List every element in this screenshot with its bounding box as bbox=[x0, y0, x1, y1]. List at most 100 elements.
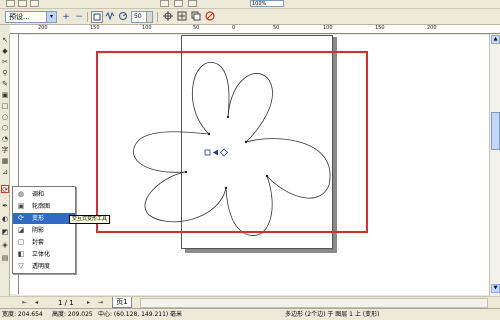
dimension-tool-icon[interactable]: ⊿ bbox=[1, 168, 9, 176]
smart-fill-tool-icon[interactable]: ▣ bbox=[1, 91, 9, 99]
highlight-frame bbox=[96, 51, 368, 233]
status-unit: 毫米 bbox=[170, 311, 183, 318]
amplitude-stepper[interactable]: 50 bbox=[131, 11, 153, 23]
preset-dropdown[interactable]: 预设... ▾ bbox=[5, 11, 57, 23]
clear-distortion-button[interactable] bbox=[204, 11, 216, 23]
toolbar-button[interactable] bbox=[160, 0, 169, 7]
flyout-item-label: 封套 bbox=[32, 239, 45, 246]
center-distortion-button[interactable] bbox=[162, 11, 174, 23]
zoom-tool-icon[interactable]: ⚲ bbox=[1, 69, 9, 77]
flyout-item-label: 透明度 bbox=[32, 263, 51, 270]
ruler-tick-label: 150 bbox=[375, 25, 385, 31]
interactive-blend-tool-icon[interactable]: ⟳ bbox=[1, 185, 9, 194]
horizontal-ruler[interactable]: 200 150 100 50 0 50 100 150 200 bbox=[10, 25, 500, 34]
ruler-tick-label: 0 bbox=[232, 25, 236, 31]
last-page-icon[interactable]: ⇥ bbox=[96, 299, 105, 307]
ruler-tick-label: 50 bbox=[193, 25, 200, 31]
toolbar-button[interactable] bbox=[188, 0, 197, 7]
push-pull-distortion-button[interactable] bbox=[91, 11, 103, 23]
twister-distortion-button[interactable] bbox=[117, 11, 129, 23]
ruler-tick-label: 200 bbox=[427, 25, 437, 31]
flyout-item-label: 阴影 bbox=[32, 227, 45, 234]
ruler-tick-label: 100 bbox=[323, 25, 333, 31]
ellipse-tool-icon[interactable]: ○ bbox=[1, 113, 9, 121]
toolbar-button[interactable] bbox=[6, 0, 15, 7]
copy-distortion-button[interactable] bbox=[190, 11, 202, 23]
flyout-item-label: 立体化 bbox=[32, 251, 51, 258]
zoom-level-field[interactable]: 100% bbox=[250, 0, 284, 7]
extrude-icon: ◧ bbox=[17, 250, 25, 258]
twister-icon bbox=[119, 12, 127, 20]
horizontal-scrollbar[interactable] bbox=[140, 298, 488, 308]
page-navigator: ⇤ ◂ 1 / 1 ▸ ⇥ 页1 bbox=[0, 296, 500, 308]
zipper-distortion-button[interactable] bbox=[104, 11, 116, 23]
add-distortion-icon bbox=[177, 11, 187, 21]
shape-tool-icon[interactable]: ◆ bbox=[1, 47, 9, 55]
preset-value: 预设... bbox=[9, 13, 30, 21]
mesh-fill-tool-icon[interactable]: ▤ bbox=[1, 254, 9, 262]
status-object-info: 多边形 (2个边) 于 图层 1 上 (变形) bbox=[285, 311, 380, 318]
shadow-icon: ◪ bbox=[17, 226, 25, 234]
amplitude-value: 50 bbox=[134, 13, 142, 20]
pointer-tool-icon[interactable]: ↖ bbox=[1, 36, 9, 44]
page-counter: 1 / 1 bbox=[58, 299, 74, 307]
flyout-item-shadow[interactable]: ◪ 阴影 bbox=[13, 225, 75, 236]
remove-preset-button[interactable]: − bbox=[73, 11, 85, 23]
eyedropper-tool-icon[interactable]: ✒ bbox=[1, 202, 9, 210]
blend-icon: ◍ bbox=[17, 190, 25, 198]
flyout-item-envelope[interactable]: ▢ 封套 bbox=[13, 237, 75, 248]
rectangle-tool-icon[interactable]: □ bbox=[1, 102, 9, 110]
distort-icon: ⟳ bbox=[18, 214, 24, 222]
table-tool-icon[interactable]: ▦ bbox=[1, 157, 9, 165]
ruler-tick-label: 200 bbox=[38, 25, 48, 31]
page-tab[interactable]: 页1 bbox=[112, 297, 132, 308]
ruler-tick-label: 50 bbox=[273, 25, 280, 31]
spin-buttons[interactable] bbox=[146, 12, 152, 22]
contour-icon: ▣ bbox=[17, 202, 25, 210]
scroll-down-button[interactable]: ▼ bbox=[491, 284, 500, 293]
ruler-corner[interactable] bbox=[0, 25, 10, 34]
ruler-tick-label: 150 bbox=[90, 25, 100, 31]
separator bbox=[87, 12, 88, 22]
envelope-icon: ▢ bbox=[17, 238, 25, 246]
flyout-item-label: 调和 bbox=[32, 191, 45, 198]
interactive-fill-tool-icon[interactable]: ◈ bbox=[1, 241, 9, 249]
crop-tool-icon[interactable]: ✂ bbox=[1, 58, 9, 66]
status-height: 高度: 209.025 bbox=[52, 311, 93, 318]
drawing-canvas[interactable]: Bai 经验 bbox=[19, 35, 489, 295]
scroll-up-button[interactable]: ▲ bbox=[491, 35, 500, 44]
vertical-scrollbar[interactable]: ▲ ▼ bbox=[489, 34, 500, 296]
flyout-item-blend[interactable]: ◍ 调和 bbox=[13, 189, 75, 200]
first-page-icon[interactable]: ⇤ bbox=[20, 299, 29, 307]
freehand-tool-icon[interactable]: ✎ bbox=[1, 80, 9, 88]
fill-tool-icon[interactable]: ◩ bbox=[1, 228, 9, 236]
clear-icon bbox=[205, 11, 215, 21]
ruler-tick-label: 100 bbox=[142, 25, 152, 31]
transparency-icon: ▽ bbox=[18, 262, 24, 270]
flyout-item-contour[interactable]: ▣ 轮廓图 bbox=[13, 201, 75, 212]
toolbar-button[interactable] bbox=[18, 0, 27, 7]
add-preset-button[interactable]: + bbox=[60, 11, 72, 23]
status-center: 中心: (60.128, 149.211) bbox=[98, 311, 169, 318]
text-tool-icon[interactable]: 字 bbox=[1, 146, 9, 154]
polygon-tool-icon[interactable]: ⬡ bbox=[1, 124, 9, 132]
scroll-thumb[interactable] bbox=[491, 112, 500, 150]
next-page-icon[interactable]: ▸ bbox=[84, 299, 93, 307]
toolbox: ↖ ◆ ✂ ⚲ ✎ ▣ □ ○ ⬡ ◔ 字 ▦ ⊿ ⟳ ✒ ◐ ◩ ◈ ▤ bbox=[0, 34, 10, 296]
center-icon bbox=[163, 11, 173, 21]
flyout-item-extrude[interactable]: ◧ 立体化 bbox=[13, 249, 75, 260]
chevron-down-icon[interactable]: ▾ bbox=[46, 12, 56, 22]
copy-icon bbox=[191, 11, 201, 21]
flyout-item-transparency[interactable]: ▽ 透明度 bbox=[13, 261, 75, 272]
push-pull-icon bbox=[93, 13, 101, 21]
toolbar-button[interactable] bbox=[30, 0, 39, 7]
add-distortion-button[interactable] bbox=[176, 11, 188, 23]
flyout-item-label: 变形 bbox=[32, 215, 45, 222]
flyout-item-label: 轮廓图 bbox=[32, 203, 51, 210]
previous-page-icon[interactable]: ◂ bbox=[32, 299, 41, 307]
outline-tool-icon[interactable]: ◐ bbox=[1, 215, 9, 223]
toolbar-button[interactable] bbox=[174, 0, 183, 7]
basic-shapes-tool-icon[interactable]: ◔ bbox=[1, 135, 9, 143]
status-bar: 宽度: 204.654 高度: 209.025 中心: (60.128, 149… bbox=[0, 308, 500, 320]
flyout-item-distort[interactable]: ⟳ 变形 bbox=[13, 213, 75, 224]
